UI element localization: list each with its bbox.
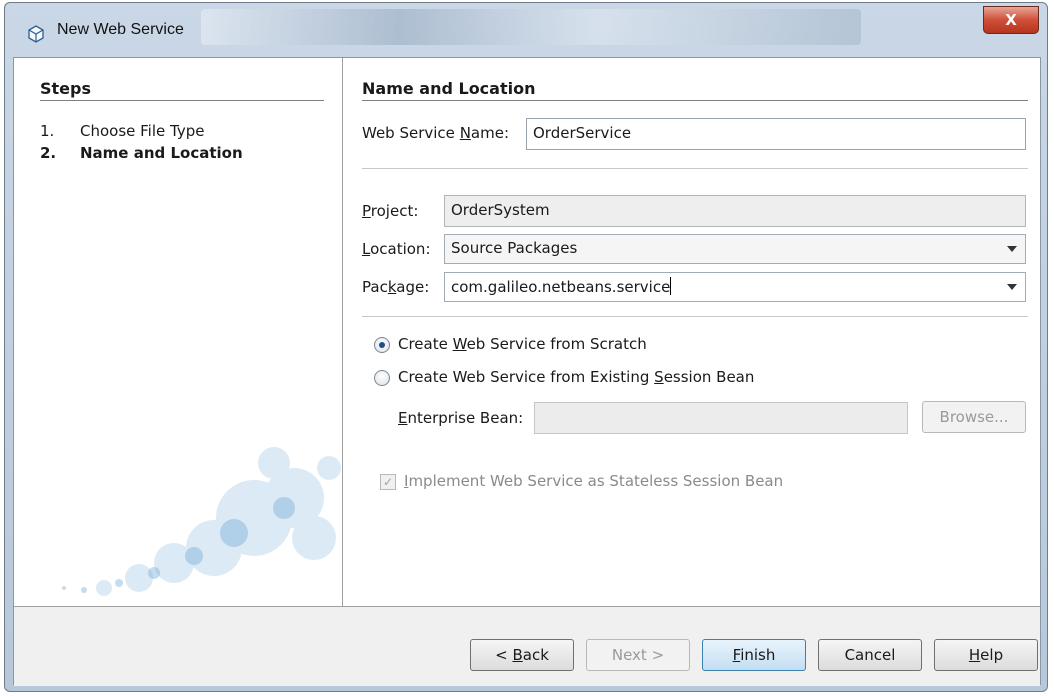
steps-panel: Steps 1. Choose File Type 2. Name and Loca… [14,58,342,606]
button-bar: < Back Next > Finish Cancel Help [14,607,1040,686]
close-icon: X [1005,11,1017,29]
create-from-scratch-label[interactable]: Create Web Service from Scratch [398,335,647,353]
title-bar-background [201,9,861,45]
close-window-button[interactable]: X [983,6,1039,34]
browse-button[interactable]: Browse... [922,401,1026,433]
help-button[interactable]: Help [934,639,1038,671]
netbeans-cube-icon [27,25,45,43]
panel-divider [342,58,343,606]
text-caret [670,277,672,295]
dialog-client-area: Steps 1. Choose File Type 2. Name and Loca… [13,57,1042,686]
steps-divider [40,100,324,101]
back-button[interactable]: < Back [470,639,574,671]
step-label: Name and Location [80,144,243,162]
separator [362,316,1028,317]
package-combobox[interactable]: com.galileo.netbeans.service [444,272,1026,302]
step-number: 1. [40,122,55,140]
chevron-down-icon[interactable] [1007,246,1017,252]
web-service-name-label: Web Service Name: [362,124,510,142]
window-title: New Web Service [57,21,184,38]
separator [362,168,1028,169]
dialog-window: New Web Service X Steps 1. Choose File Ty… [4,2,1048,692]
cancel-button[interactable]: Cancel [818,639,922,671]
steps-title: Steps [40,79,91,98]
step-item-name-and-location: 2. Name and Location [40,144,243,162]
name-and-location-panel: Name and Location Web Service Name: Orde… [344,58,1042,606]
project-field: OrderSystem [444,195,1026,227]
decorative-bubbles-image [62,447,341,596]
package-label: Package: [362,278,430,296]
next-button[interactable]: Next > [586,639,690,671]
location-dropdown[interactable]: Source Packages [444,234,1026,264]
step-number: 2. [40,144,57,162]
finish-button[interactable]: Finish [702,639,806,671]
create-from-scratch-radio[interactable] [374,337,390,353]
step-item-choose-file-type: 1. Choose File Type [40,122,204,140]
project-label: Project: [362,202,419,220]
enterprise-bean-label: Enterprise Bean: [398,409,524,427]
create-from-session-bean-radio[interactable] [374,370,390,386]
enterprise-bean-input[interactable] [534,402,908,434]
web-service-name-input[interactable]: OrderService [526,118,1026,150]
stateless-checkbox-label[interactable]: Implement Web Service as Stateless Sessi… [404,472,783,490]
chevron-down-icon[interactable] [1007,284,1017,290]
location-label: Location: [362,240,431,258]
panel-title: Name and Location [362,79,536,98]
stateless-checkbox[interactable]: ✓ [380,474,396,490]
create-from-session-bean-label[interactable]: Create Web Service from Existing Session… [398,368,754,386]
package-input-value[interactable]: com.galileo.netbeans.service [451,278,670,296]
panel-title-divider [362,100,1028,101]
step-label: Choose File Type [80,122,205,140]
title-bar[interactable]: New Web Service X [5,3,1047,59]
location-selected-value: Source Packages [451,239,578,257]
